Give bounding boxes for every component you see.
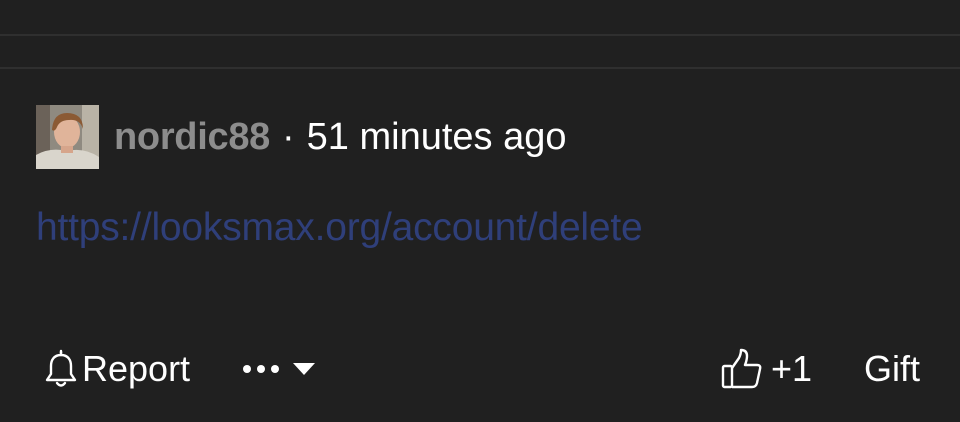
top-divider — [0, 34, 960, 36]
report-label: Report — [82, 348, 191, 389]
like-button[interactable]: +1 — [721, 348, 812, 390]
thumbs-up-icon — [721, 348, 762, 389]
gift-button[interactable]: Gift — [864, 348, 920, 390]
section-divider — [0, 67, 960, 69]
more-dots-icon — [243, 365, 280, 373]
post-actions-left: Report — [44, 346, 316, 392]
post-link[interactable]: https://looksmax.org/account/delete — [36, 206, 643, 250]
avatar[interactable] — [36, 105, 99, 169]
report-button[interactable]: Report — [44, 348, 190, 390]
meta-separator: · — [281, 115, 295, 158]
bell-icon — [45, 349, 77, 387]
post-actions-right: +1 Gift — [721, 346, 920, 392]
caret-down-icon — [293, 363, 316, 375]
like-count: +1 — [770, 348, 812, 389]
more-options-button[interactable] — [242, 362, 316, 376]
author-username[interactable]: nordic88 — [114, 116, 270, 159]
post-header: nordic88 · 51 minutes ago — [36, 105, 566, 169]
post-timestamp[interactable]: 51 minutes ago — [307, 116, 567, 159]
